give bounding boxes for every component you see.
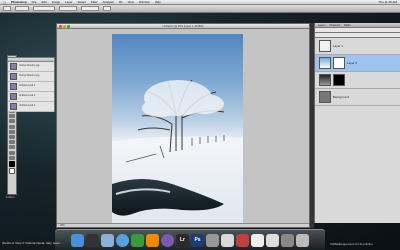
file-thumbnail — [10, 103, 17, 110]
lightroom-label: Lr — [180, 237, 185, 243]
photoshop-label: Ps — [194, 237, 201, 243]
close-icon[interactable] — [59, 25, 62, 28]
list-item[interactable]: Untitled-1.psd 2 — [8, 92, 54, 102]
file-name: Untitled-1.psd 2 — [19, 95, 36, 98]
layer-mask-thumbnail — [333, 74, 345, 86]
menu-item[interactable]: Edit — [42, 0, 47, 4]
shape-tool-icon[interactable] — [9, 145, 15, 150]
menu-item[interactable]: Filter — [91, 0, 98, 4]
pen-tool-icon[interactable] — [9, 129, 15, 134]
preview-icon[interactable] — [221, 233, 234, 247]
textedit-icon[interactable] — [251, 233, 264, 247]
file-thumbnail — [10, 73, 17, 80]
acrobat-icon[interactable] — [236, 233, 249, 247]
desktop-folder-label[interactable]: Folders — [6, 196, 15, 199]
canvas-image[interactable] — [112, 34, 243, 227]
menu-item[interactable]: File — [32, 0, 37, 4]
dashboard-icon[interactable] — [86, 233, 99, 247]
bridge-icon[interactable] — [206, 233, 219, 247]
itunes-icon[interactable] — [161, 233, 174, 247]
background-color-swatch[interactable] — [9, 168, 15, 175]
lightroom-icon[interactable]: Lr — [176, 233, 189, 247]
document-status-bar: 25% — [57, 223, 309, 227]
opacity-field[interactable] — [59, 6, 77, 11]
list-item[interactable]: Untitled-1.psd 3 — [8, 102, 54, 112]
zoom-tool-icon[interactable] — [9, 155, 15, 160]
brush-picker[interactable] — [15, 6, 29, 11]
photoshop-icon[interactable]: Ps — [191, 233, 204, 247]
vlc-icon[interactable] — [146, 233, 159, 247]
layer-row-selected[interactable]: Layer 0 — [315, 55, 400, 72]
apple-icon[interactable]:  — [3, 0, 6, 5]
trash-icon[interactable] — [296, 233, 309, 247]
hand-tool-icon[interactable] — [9, 150, 15, 155]
layer-thumbnail — [319, 91, 331, 103]
tool-preset-picker[interactable] — [3, 6, 11, 11]
layer-thumbnail — [319, 40, 331, 52]
file-thumbnail — [10, 93, 17, 100]
file-name: Untitled-1.psd 1 — [19, 85, 36, 88]
wallpaper-caption: [Fields of View 2 Yolanda Ojeda, Italy, … — [2, 241, 62, 245]
tab-channels[interactable]: Channels — [330, 23, 341, 27]
wallpaper-credit: CGBallpepperonio for FLorinline — [330, 242, 373, 246]
airbrush-toggle[interactable] — [103, 6, 111, 11]
list-item[interactable]: Snowy Woods 1.jpg — [8, 62, 54, 72]
file-thumbnail — [10, 83, 17, 90]
menubar-clock[interactable]: Thu 11:45 AM — [379, 0, 400, 4]
tab-layers[interactable]: Layers — [318, 23, 326, 27]
minimize-icon[interactable] — [63, 25, 66, 28]
layer-name: Background — [333, 95, 350, 99]
document-window: Untitled-1 @ 25% (Layer 1, RGB/8) 25% — [56, 23, 310, 228]
menu-item[interactable]: Analysis — [103, 0, 114, 4]
menu-item[interactable]: Select — [78, 0, 86, 4]
zoom-icon[interactable] — [67, 25, 70, 28]
flow-field[interactable] — [81, 6, 99, 11]
blur-tool-icon[interactable] — [9, 119, 15, 124]
ichat-icon[interactable] — [131, 233, 144, 247]
tab-paths[interactable]: Paths — [344, 23, 350, 27]
document-title-bar[interactable]: Untitled-1 @ 25% (Layer 1, RGB/8) — [57, 24, 309, 29]
menu-item[interactable]: 3D — [119, 0, 123, 4]
layer-name: Layer 0 — [347, 61, 358, 65]
mail-icon[interactable] — [101, 233, 114, 247]
file-name: Snowy Woods 2.jpg — [19, 75, 40, 78]
snow-tree-photo — [112, 79, 243, 227]
menu-item[interactable]: Image — [52, 0, 60, 4]
foreground-color-swatch[interactable] — [9, 160, 15, 167]
layer-row[interactable] — [315, 72, 400, 89]
file-thumbnail — [10, 63, 17, 70]
file-name: Snowy Woods 1.jpg — [19, 65, 40, 68]
layer-thumbnail — [319, 74, 331, 86]
menu-item[interactable]: Window — [139, 0, 150, 4]
mode-select[interactable] — [33, 6, 55, 11]
dock: Lr Ps — [55, 229, 325, 250]
finder-icon[interactable] — [71, 233, 84, 247]
safari-icon[interactable] — [116, 233, 129, 247]
gradient-tool-icon[interactable] — [9, 114, 15, 119]
layers-panel: Layers Channels Paths Layer 1 Layer 0 Ba… — [314, 23, 400, 223]
layer-row[interactable]: Layer 1 — [315, 38, 400, 55]
layer-row[interactable]: Background — [315, 89, 400, 106]
layer-thumbnail — [319, 57, 331, 69]
menu-item[interactable]: View — [128, 0, 134, 4]
file-name: Untitled-1.psd 3 — [19, 105, 36, 108]
list-item[interactable]: Untitled-1.psd 1 — [8, 82, 54, 92]
system-prefs-icon[interactable] — [281, 233, 294, 247]
file-browser-panel: Snowy Woods 1.jpg Snowy Woods 2.jpg Unti… — [7, 57, 55, 112]
layer-mask-thumbnail — [333, 57, 345, 69]
list-item[interactable]: Snowy Woods 2.jpg — [8, 72, 54, 82]
calendar-icon[interactable] — [266, 233, 279, 247]
menu-item[interactable]: Layer — [65, 0, 73, 4]
layer-name: Layer 1 — [333, 44, 344, 48]
dodge-tool-icon[interactable] — [9, 124, 15, 129]
type-tool-icon[interactable] — [9, 135, 15, 139]
document-title: Untitled-1 @ 25% (Layer 1, RGB/8) — [162, 25, 204, 28]
path-select-tool-icon[interactable] — [9, 140, 15, 145]
menu-item[interactable]: Photoshop — [11, 0, 27, 4]
options-toolbar — [0, 5, 400, 13]
menu-item[interactable]: Help — [155, 0, 161, 4]
